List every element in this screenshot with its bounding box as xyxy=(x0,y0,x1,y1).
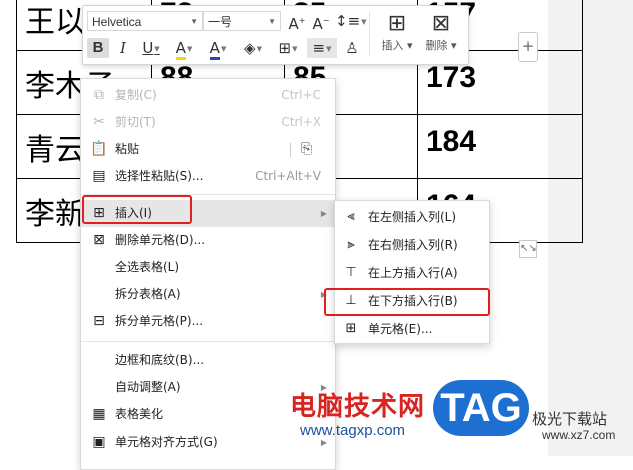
menu-divider xyxy=(290,143,291,157)
insert-cells-icon: ⊞ xyxy=(345,321,357,336)
split-cells-icon: ⊟ xyxy=(93,313,105,329)
grow-font-icon[interactable]: A+ xyxy=(287,11,307,33)
menu-item-cell-align[interactable]: ▣ 单元格对齐方式(G) ▶ xyxy=(81,429,335,456)
font-size-value: 一号 xyxy=(208,15,233,29)
shrink-font-icon[interactable]: A− xyxy=(311,11,331,33)
scissors-icon: ✂ xyxy=(93,114,105,130)
menu-item-split-cells[interactable]: ⊟ 拆分单元格(P)... xyxy=(81,308,335,335)
borders-icon[interactable]: ⊞▼ xyxy=(273,38,303,58)
paste-text-icon[interactable]: ⎘ xyxy=(301,136,312,163)
menu-item-copy[interactable]: ⧉ 复制(C) Ctrl+C xyxy=(81,82,335,109)
menu-item-borders[interactable]: 边框和底纹(B)... xyxy=(81,347,335,374)
menu-item-label: 在左侧插入列(L) xyxy=(368,210,457,224)
bold-button[interactable]: B xyxy=(87,38,109,58)
menu-item-label: 在上方插入行(A) xyxy=(368,266,458,280)
copy-icon: ⧉ xyxy=(94,87,104,103)
watermark-site-name: 电脑技术网 xyxy=(290,392,426,422)
menu-item-label: 表格美化 xyxy=(115,407,164,421)
watermark-url: www.tagxp.com xyxy=(300,422,406,439)
menu-item-label: 在右侧插入列(R) xyxy=(368,238,458,252)
menu-item-label: 删除单元格(D)... xyxy=(115,233,206,247)
font-name-select[interactable]: Helvetica ▼ xyxy=(87,11,203,31)
insert-row-above-icon: ⊤ xyxy=(345,265,357,280)
watermark-right-url: www.xz7.com xyxy=(542,428,616,442)
toolbar-divider xyxy=(369,12,370,56)
table-style-icon: ▦ xyxy=(92,406,106,422)
menu-item-label: 选择性粘贴(S)... xyxy=(115,169,204,183)
menu-item-label: 单元格(E)... xyxy=(368,322,433,336)
paste-icon: 📋 xyxy=(90,141,108,157)
menu-item-label: 粘贴 xyxy=(115,142,140,156)
delete-button[interactable]: ⊠ 删除 ▾ xyxy=(421,11,461,59)
menu-item-select-table[interactable]: 全选表格(L) xyxy=(81,254,335,281)
table-insert-icon: ⊞ xyxy=(387,11,407,36)
insert-submenu: ⫷ 在左侧插入列(L) ⫸ 在右侧插入列(R) ⊤ 在上方插入行(A) ⊥ 在下… xyxy=(334,200,490,344)
shading-icon[interactable]: ◈▼ xyxy=(237,38,269,58)
shortcut-label: Ctrl+Alt+V xyxy=(255,169,321,183)
shortcut-label: Ctrl+C xyxy=(281,88,321,102)
table-resize-icon[interactable]: ↖↘ xyxy=(519,240,537,258)
menu-item-paste-special[interactable]: ▤ 选择性粘贴(S)... Ctrl+Alt+V xyxy=(81,163,335,190)
underline-button[interactable]: U▼ xyxy=(137,38,165,58)
format-painter-icon[interactable]: ♙ xyxy=(341,38,363,58)
table-delete-icon: ⊠ xyxy=(431,11,451,36)
watermark-right-text: 极光下载站 xyxy=(532,410,608,428)
insert-button[interactable]: ⊞ 插入 ▾ xyxy=(377,11,417,59)
insert-column-left-icon: ⫷ xyxy=(347,209,355,224)
menu-item-cut[interactable]: ✂ 剪切(T) Ctrl+X xyxy=(81,109,335,136)
font-name-value: Helvetica xyxy=(92,15,142,29)
line-spacing-icon[interactable]: ↕≡▼ xyxy=(335,11,367,31)
menu-item-paste[interactable]: 📋 粘贴 ⎘ xyxy=(81,136,335,163)
highlight-icon: A xyxy=(175,39,186,60)
insert-column-right-icon: ⫸ xyxy=(347,237,355,252)
chevron-down-icon: ▼ xyxy=(190,17,198,26)
menu-item-label: 拆分表格(A) xyxy=(115,287,181,301)
highlight-color-button[interactable]: A▼ xyxy=(169,38,199,60)
submenu-item-insert-cells[interactable]: ⊞ 单元格(E)... xyxy=(335,315,489,343)
menu-item-label: 剪切(T) xyxy=(115,115,156,129)
chevron-right-icon: ▶ xyxy=(320,209,327,218)
delete-cells-icon: ⊠ xyxy=(93,232,105,248)
highlight-box-insert xyxy=(82,195,192,224)
add-column-button[interactable]: + xyxy=(518,32,538,62)
menu-item-label: 单元格对齐方式(G) xyxy=(115,435,218,449)
menu-separator xyxy=(81,341,335,342)
floating-toolbar: Helvetica ▼ 一号 ▼ A+ A− ↕≡▼ B I U▼ A▼ A▼ ◈▼… xyxy=(82,5,469,65)
font-size-select[interactable]: 一号 ▼ xyxy=(203,11,281,31)
submenu-item-insert-col-left[interactable]: ⫷ 在左侧插入列(L) xyxy=(335,203,489,231)
delete-label: 删除 ▾ xyxy=(425,39,457,52)
font-color-icon: A xyxy=(209,39,220,60)
menu-item-label: 边框和底纹(B)... xyxy=(115,353,205,367)
align-icon[interactable]: ≡▼ xyxy=(307,38,337,58)
paste-special-icon: ▤ xyxy=(92,168,106,184)
align-cell-icon: ▣ xyxy=(92,434,106,450)
italic-button[interactable]: I xyxy=(113,38,133,58)
font-color-button[interactable]: A▼ xyxy=(203,38,233,60)
menu-item-delete-cells[interactable]: ⊠ 删除单元格(D)... xyxy=(81,227,335,254)
menu-item-split-table[interactable]: 拆分表格(A) ▶ xyxy=(81,281,335,308)
submenu-item-insert-row-above[interactable]: ⊤ 在上方插入行(A) xyxy=(335,259,489,287)
insert-label: 插入 ▾ xyxy=(381,39,413,52)
table-cell[interactable]: 184 xyxy=(417,114,583,179)
menu-item-label: 复制(C) xyxy=(115,88,157,102)
chevron-down-icon: ▼ xyxy=(268,17,276,26)
chevron-down-icon: ▼ xyxy=(220,44,227,53)
shortcut-label: Ctrl+X xyxy=(281,115,321,129)
underline-label: U xyxy=(142,39,154,57)
submenu-item-insert-col-right[interactable]: ⫸ 在右侧插入列(R) xyxy=(335,231,489,259)
menu-item-label: 全选表格(L) xyxy=(115,260,180,274)
chevron-down-icon: ▼ xyxy=(154,44,160,53)
watermark-tag-logo: TAG xyxy=(433,380,529,436)
menu-item-label: 自动调整(A) xyxy=(115,380,181,394)
chevron-down-icon: ▼ xyxy=(186,44,193,53)
highlight-box-insert-row-below xyxy=(324,288,490,316)
menu-item-label: 拆分单元格(P)... xyxy=(115,314,204,328)
